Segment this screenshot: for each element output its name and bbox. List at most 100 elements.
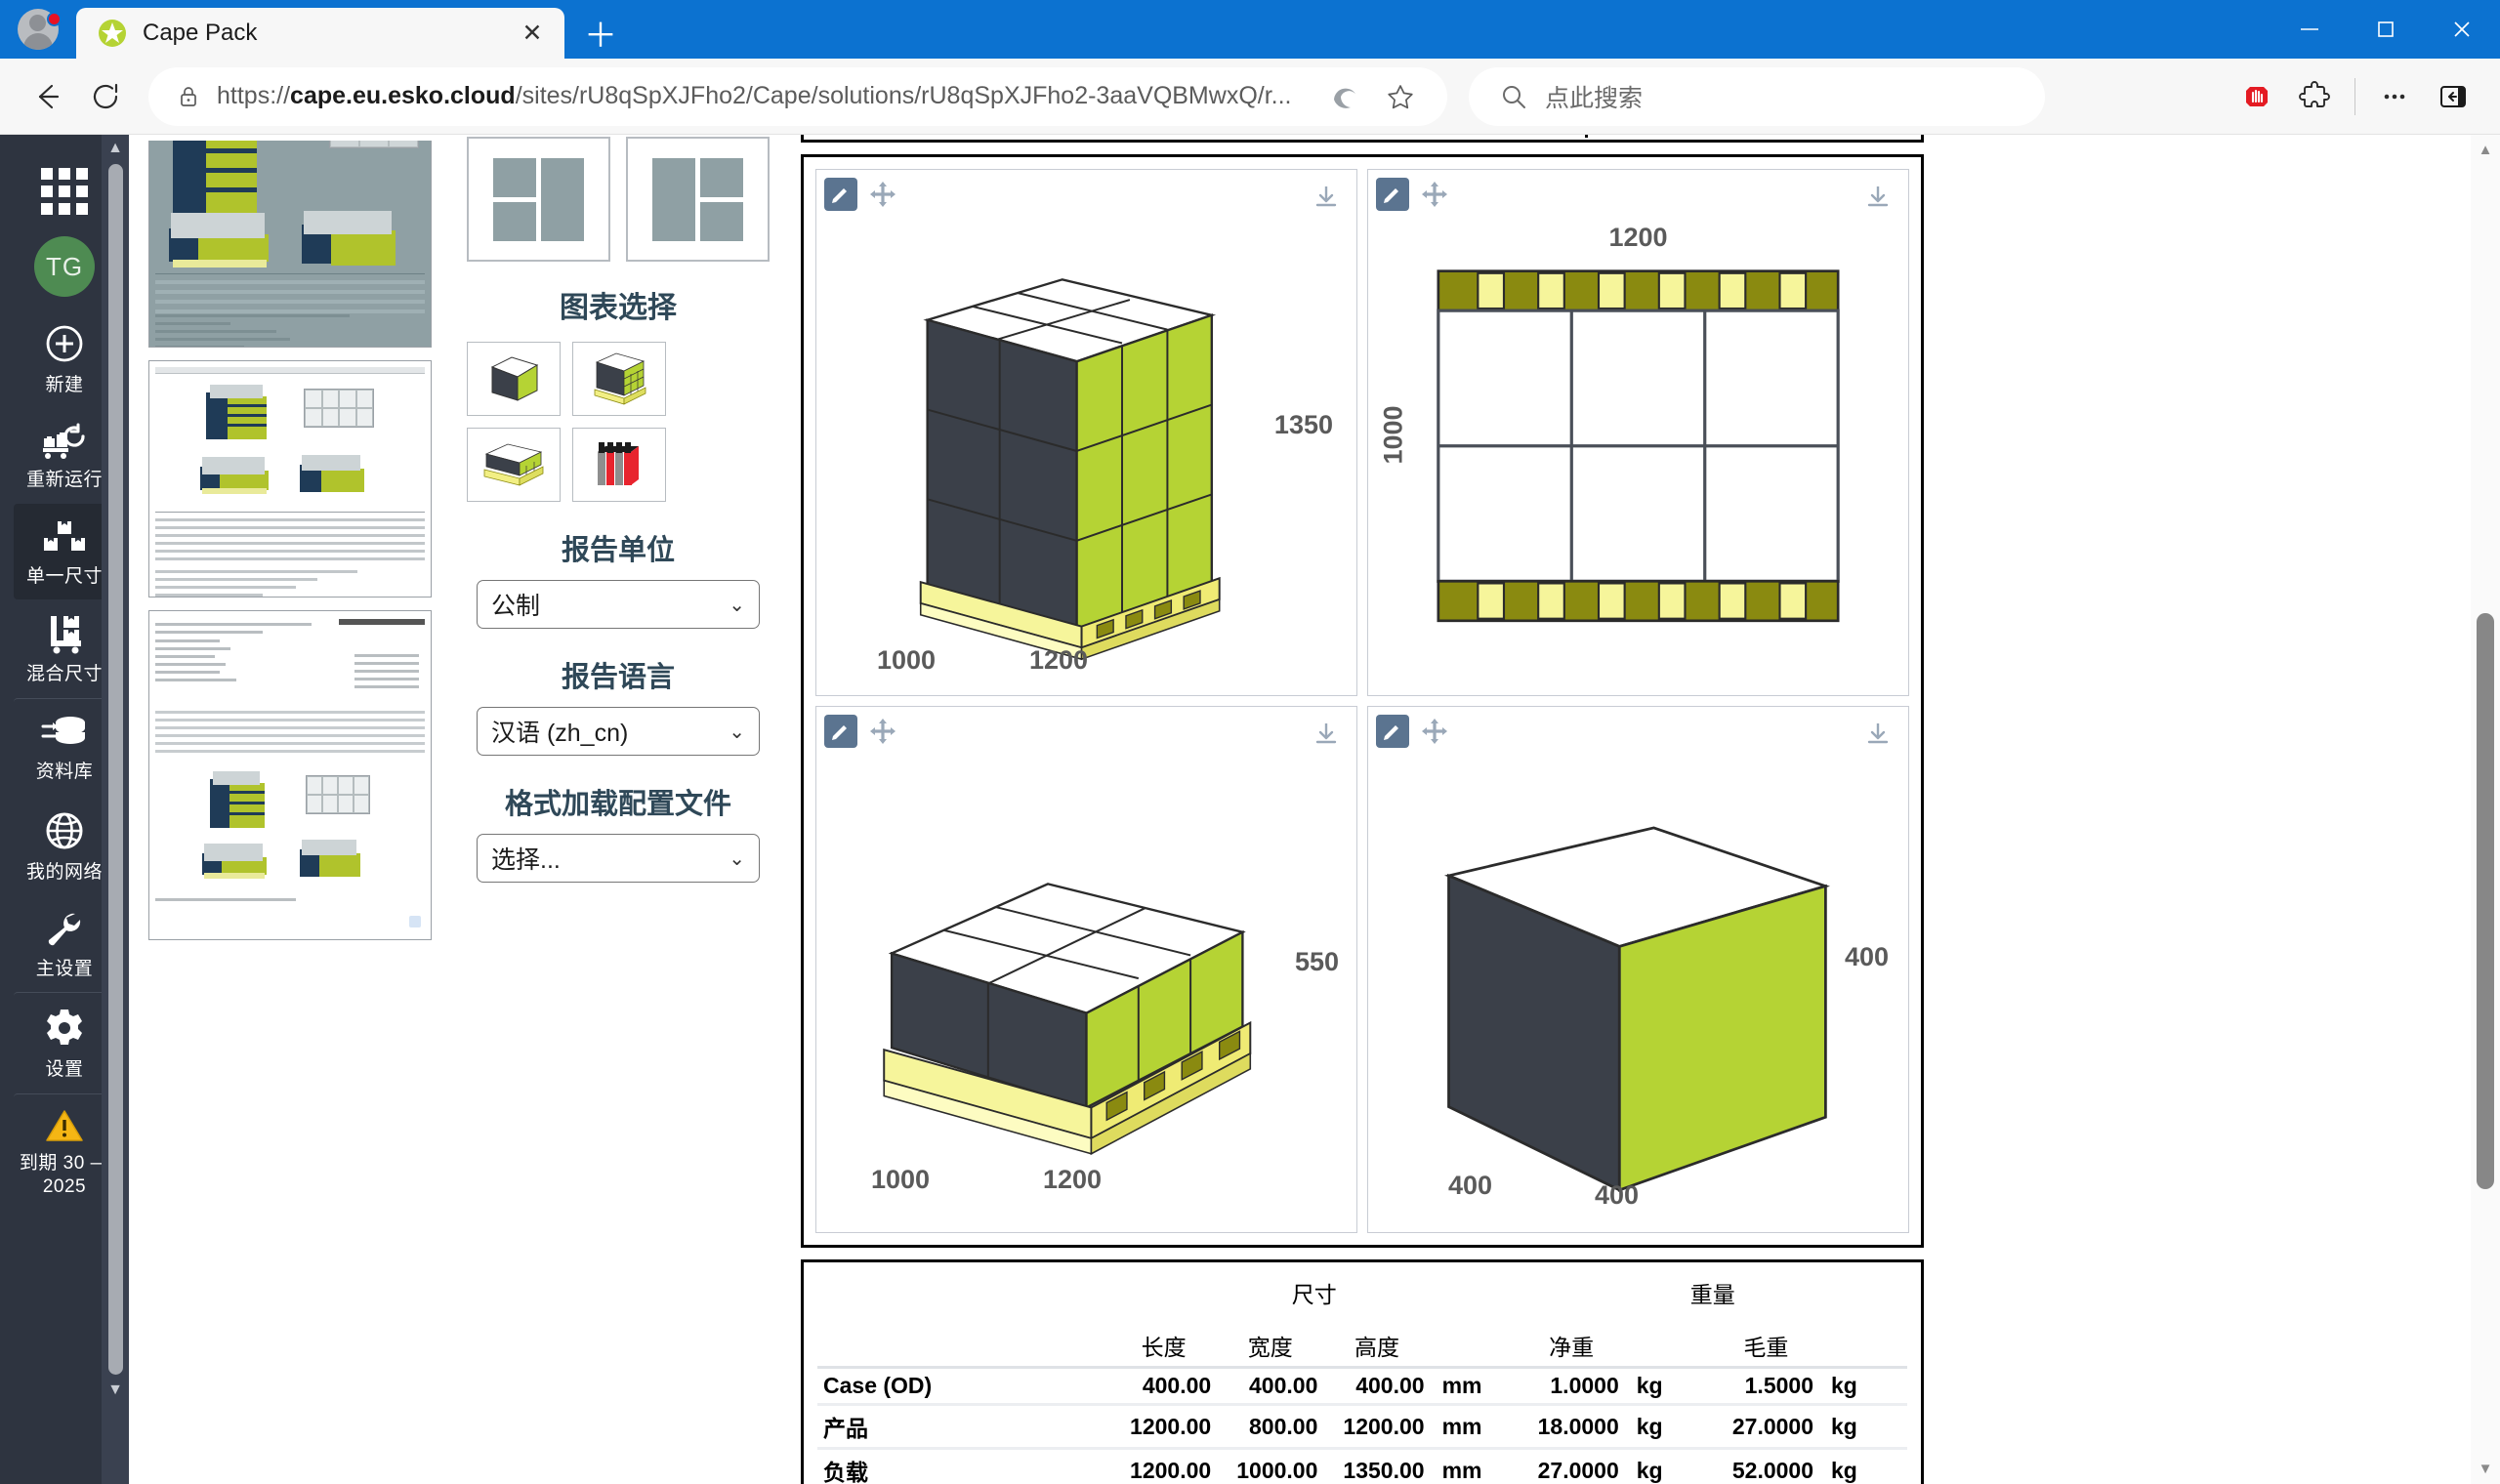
reload-icon[interactable] (76, 67, 135, 126)
download-icon[interactable] (1310, 717, 1343, 750)
grid-apps-icon[interactable] (41, 168, 88, 215)
minimize-icon[interactable] (2271, 0, 2348, 59)
move-arrows-icon[interactable] (867, 716, 898, 747)
format-profile-label: 格式加载配置文件 (504, 789, 731, 820)
edge-profile-icon[interactable] (1318, 69, 1373, 124)
chart-option-bottles[interactable] (572, 428, 666, 502)
group-header-dimensions: 尺寸 (1291, 1282, 1337, 1307)
report-unit-select[interactable]: 公制 ⌄ (477, 580, 760, 629)
sidebar-item-single-size[interactable]: 单一尺寸 (14, 503, 115, 600)
ellipsis-icon[interactable] (2365, 67, 2424, 126)
url-text: https://cape.eu.esko.cloud/sites/rU8qSpX… (217, 82, 1292, 109)
chevron-down-icon[interactable]: ▼ (107, 1377, 123, 1404)
sidebar-item-label: 重新运行 (25, 469, 103, 490)
viz-stage: 1350 1000 1200 (826, 215, 1347, 685)
chevron-down-icon[interactable]: ▼ (2479, 1454, 2493, 1484)
collapse-sidebar-icon[interactable] (2424, 67, 2482, 126)
viz-pallet-load-3d[interactable]: 1350 1000 1200 (815, 169, 1357, 696)
viz-pallet-layer-3d[interactable]: 550 1000 1200 (815, 706, 1357, 1233)
dim-width-label: 1200 (1043, 1165, 1103, 1194)
page-scrollbar[interactable]: ▲ ▼ (2471, 135, 2500, 1484)
search-input[interactable]: 点此搜索 (1545, 79, 1643, 114)
license-expiry-status[interactable]: 到期 30 — 2025 (14, 1093, 115, 1211)
pencil-icon[interactable] (824, 715, 857, 748)
adblock-hand-icon[interactable] (2228, 67, 2286, 126)
report-page-thumbnail[interactable] (148, 141, 432, 348)
chart-option-single-case[interactable] (467, 342, 561, 416)
browser-toolbar: https://cape.eu.esko.cloud/sites/rU8qSpX… (0, 59, 2500, 135)
window-close-icon[interactable] (2424, 0, 2500, 59)
thumb-case (302, 211, 396, 268)
cell-net: 1.0000 (1550, 1373, 1619, 1398)
profile-button[interactable] (0, 0, 76, 59)
chart-option-pallet-layer[interactable] (467, 428, 561, 502)
thumb-case (300, 840, 360, 879)
sidebar-item-main-settings[interactable]: 主设置 (14, 896, 115, 993)
download-icon[interactable] (1861, 717, 1895, 750)
sidebar-item-mixed-size[interactable]: 混合尺寸 (14, 599, 115, 698)
sidebar-item-my-network[interactable]: 我的网络 (14, 796, 115, 896)
layout-preview-icon (493, 157, 584, 241)
pencil-icon[interactable] (1376, 178, 1409, 211)
cell-dim-unit: mm (1441, 1413, 1482, 1439)
extensions-icon[interactable] (2286, 67, 2345, 126)
download-icon[interactable] (1861, 180, 1895, 213)
pencil-icon[interactable] (1376, 715, 1409, 748)
thumb-pallet-stack (210, 771, 265, 828)
back-arrow-icon[interactable] (18, 67, 76, 126)
cell-height: 1200.00 (1343, 1413, 1425, 1439)
maximize-icon[interactable] (2348, 0, 2424, 59)
format-profile-select[interactable]: 选择... ⌄ (477, 834, 760, 883)
url-bar[interactable]: https://cape.eu.esko.cloud/sites/rU8qSpX… (148, 66, 1447, 126)
table-row: 负载 1200.00 1000.00 1350.00 mm 27.0000 kg… (817, 1449, 1907, 1484)
viz-case-3d[interactable]: 400 400 400 (1367, 706, 1909, 1233)
sidebar-item-label: 设置 (45, 1059, 84, 1081)
report-unit-value: 公制 (491, 593, 541, 620)
wrench-icon (43, 910, 86, 949)
chevron-down-icon: ⌄ (729, 594, 745, 616)
star-icon[interactable] (1373, 69, 1428, 124)
dim-depth-label: 1000 (877, 645, 937, 675)
thumb-top-view (304, 389, 374, 428)
tab-close-icon[interactable]: ✕ (514, 15, 551, 52)
dim-depth-label: 400 (1448, 1171, 1493, 1200)
cell-gross: 1.5000 (1744, 1373, 1813, 1398)
layout-option-2-left-1-right[interactable] (467, 137, 610, 262)
search-bar[interactable]: 点此搜索 (1469, 66, 2045, 126)
sidebar-item-library[interactable]: 资料库 (14, 698, 115, 796)
sidebar-scrollbar[interactable]: ▲ ▼ (102, 135, 129, 1484)
new-tab-button[interactable]: ＋ (576, 8, 625, 57)
cell-width: 1000.00 (1236, 1457, 1318, 1483)
chart-option-pallet-stack[interactable] (572, 342, 666, 416)
chevron-up-icon[interactable]: ▲ (107, 135, 123, 162)
report-page-thumbnail[interactable] (148, 360, 432, 598)
sidebar-scroll-thumb[interactable] (107, 164, 123, 1375)
sidebar-item-rerun[interactable]: 重新运行 (14, 409, 115, 504)
report-canvas: 1350 1000 1200 1200 1000 550 1000 1200 4… (785, 135, 2500, 1484)
layout-option-1-left-2-right[interactable] (626, 137, 770, 262)
col-height: 高度 (1323, 1325, 1431, 1369)
page-scroll-thumb[interactable] (2477, 613, 2494, 1189)
viz-stage: 550 1000 1200 (826, 752, 1347, 1222)
sidebar-item-new[interactable]: 新建 (14, 309, 115, 409)
move-arrows-icon[interactable] (1419, 179, 1450, 210)
sidebar-item-settings[interactable]: 设置 (14, 992, 115, 1093)
avatar-initials: TG (45, 251, 84, 281)
lock-icon (168, 84, 209, 109)
pencil-icon[interactable] (824, 178, 857, 211)
report-page-thumbnails (129, 135, 451, 1484)
chevron-up-icon[interactable]: ▲ (2479, 135, 2493, 165)
thumbnail-content (155, 367, 425, 597)
avatar[interactable]: TG (34, 236, 95, 297)
move-arrows-icon[interactable] (867, 179, 898, 210)
browser-tab[interactable]: Cape Pack ✕ (76, 8, 564, 59)
report-language-select[interactable]: 汉语 (zh_cn) ⌄ (477, 707, 760, 756)
table-group-header-row: 尺寸 重量 (817, 1272, 1907, 1325)
viz-pallet-top-view[interactable]: 1200 1000 (1367, 169, 1909, 696)
cell-net-unit: kg (1636, 1413, 1663, 1439)
download-icon[interactable] (1310, 180, 1343, 213)
report-page-thumbnail[interactable] (148, 610, 432, 940)
table-row: 产品 1200.00 800.00 1200.00 mm 18.0000 kg … (817, 1405, 1907, 1449)
license-expiry-line2: 2025 (42, 1175, 87, 1197)
move-arrows-icon[interactable] (1419, 716, 1450, 747)
